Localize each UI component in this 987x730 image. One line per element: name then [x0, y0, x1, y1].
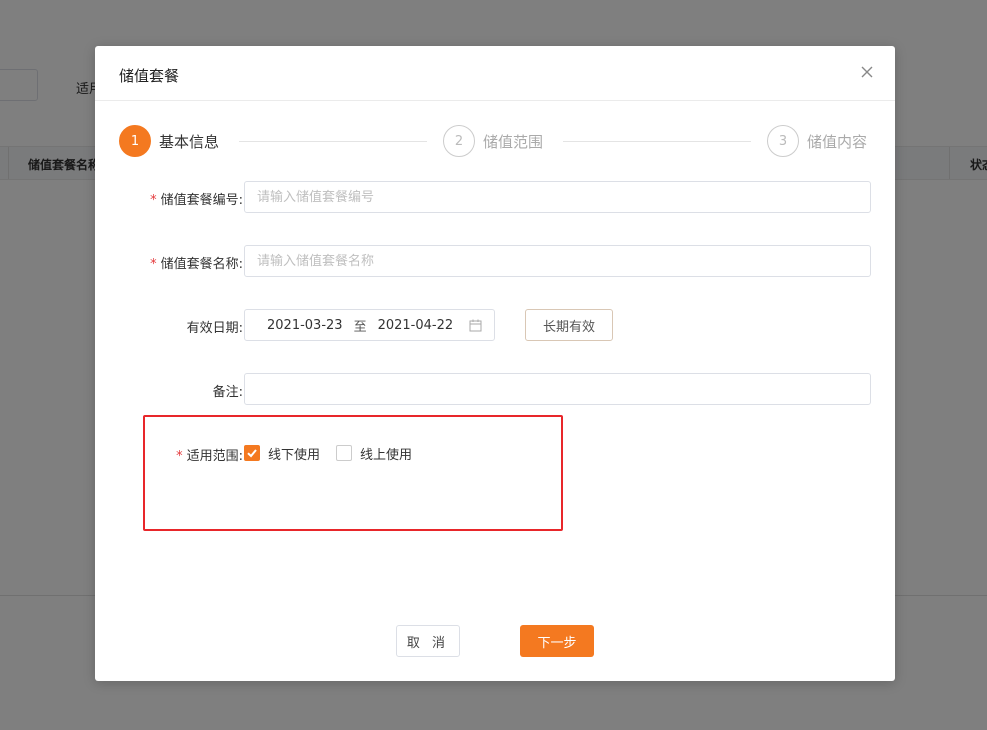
form-row-package-name: * 储值套餐名称:: [95, 245, 895, 277]
highlight-annotation-box: [143, 415, 563, 531]
modal-title: 储值套餐: [119, 67, 180, 85]
applicable-scope-label: * 适用范围:: [176, 449, 243, 464]
step-stored-value-scope: 2 储值范围: [443, 125, 543, 157]
package-name-input[interactable]: [244, 245, 871, 277]
scope-checkbox-group: 线下使用 线上使用: [244, 437, 428, 469]
online-use-option[interactable]: 线上使用: [336, 444, 412, 463]
step-indicator: 1 基本信息 2 储值范围 3 储值内容: [119, 125, 871, 157]
step-label: 储值范围: [483, 132, 544, 151]
step-basic-info: 1 基本信息: [119, 125, 219, 157]
remark-label: 备注:: [212, 385, 243, 400]
checkmark-icon: [247, 449, 257, 458]
offline-use-label: 线下使用: [268, 447, 321, 463]
step-stored-value-content: 3 储值内容: [767, 125, 867, 157]
close-icon[interactable]: [859, 64, 875, 80]
calendar-icon[interactable]: [469, 319, 482, 332]
offline-use-checkbox[interactable]: [244, 445, 260, 461]
step-connector: [563, 141, 751, 142]
step-number: 1: [119, 125, 151, 157]
form-row-remark: 备注:: [95, 373, 895, 405]
long-term-valid-button[interactable]: 长期有效: [525, 309, 613, 341]
modal-header: 储值套餐: [95, 46, 895, 101]
form-row-applicable-scope: * 适用范围: 线下使用 线上使用: [95, 437, 895, 469]
step-label: 基本信息: [159, 132, 220, 151]
package-code-label: * 储值套餐编号:: [150, 193, 243, 208]
required-mark: *: [176, 449, 183, 464]
date-range-picker[interactable]: 2021-03-23 至 2021-04-22: [244, 309, 495, 341]
online-use-label: 线上使用: [360, 447, 413, 463]
step-connector: [239, 141, 427, 142]
required-mark: *: [150, 193, 157, 208]
end-date[interactable]: 2021-04-22: [378, 318, 454, 333]
next-step-button[interactable]: 下一步: [520, 625, 594, 657]
remark-input[interactable]: [244, 373, 871, 405]
stored-value-package-modal: 储值套餐 1 基本信息 2 储值范围 3 储值内容 *储值套餐编号: *储值套餐…: [95, 46, 895, 681]
cancel-button[interactable]: 取 消: [396, 625, 460, 657]
start-date[interactable]: 2021-03-23: [267, 318, 343, 333]
form-row-valid-date: 有效日期: 2021-03-23 至 2021-04-22 长期有效: [95, 309, 895, 341]
date-separator: 至: [353, 319, 367, 335]
step-number: 2: [443, 125, 475, 157]
form-row-package-code: * 储值套餐编号:: [95, 181, 895, 213]
package-code-input[interactable]: [244, 181, 871, 213]
required-mark: *: [150, 257, 157, 272]
step-number: 3: [767, 125, 799, 157]
package-name-label: * 储值套餐名称:: [150, 257, 243, 272]
online-use-checkbox[interactable]: [336, 445, 353, 461]
offline-use-option[interactable]: 线下使用: [244, 444, 320, 463]
step-label: 储值内容: [807, 132, 868, 151]
valid-date-label: 有效日期:: [186, 321, 243, 336]
